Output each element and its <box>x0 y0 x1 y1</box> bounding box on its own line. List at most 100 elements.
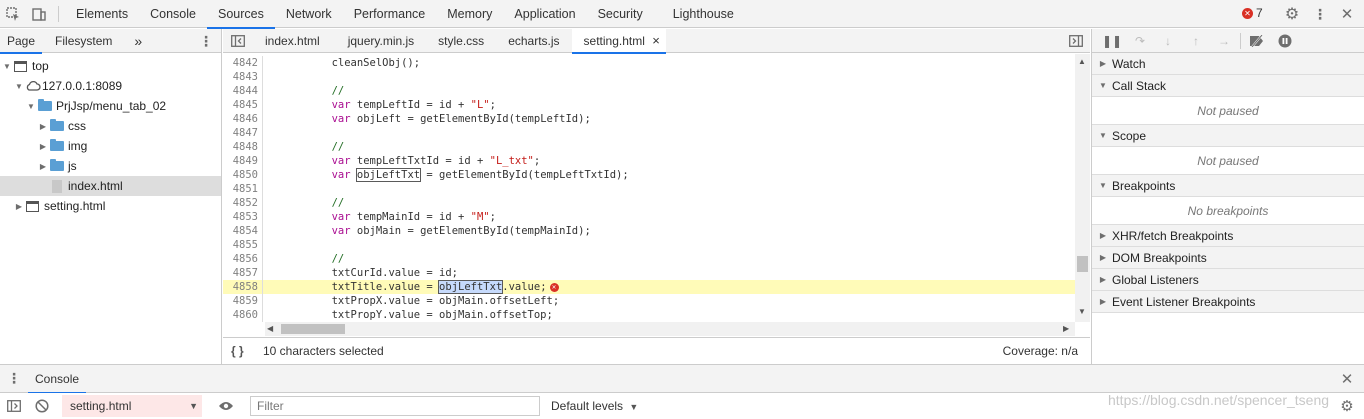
settings-gear-icon[interactable]: ⚙ <box>1282 4 1302 24</box>
code-line[interactable]: 4859 txtPropX.value = objMain.offsetLeft… <box>223 294 1075 308</box>
code-line[interactable]: 4856 // <box>223 252 1075 266</box>
line-number[interactable]: 4855 <box>223 238 263 252</box>
code-line[interactable]: 4852 // <box>223 196 1075 210</box>
expand-triangle-icon[interactable]: ▼ <box>14 82 24 91</box>
pretty-print-icon[interactable]: { } <box>231 344 261 358</box>
tab-network[interactable]: Network <box>275 0 343 28</box>
section-scope[interactable]: ▼ Scope <box>1092 125 1364 147</box>
tab-performance[interactable]: Performance <box>343 0 437 28</box>
log-levels-dropdown[interactable]: Default levels ▼ <box>551 396 638 416</box>
collapse-triangle-icon[interactable]: ▶ <box>14 202 24 211</box>
toggle-navigator-icon[interactable] <box>223 29 253 53</box>
error-marker-icon[interactable]: ✕ <box>549 282 559 292</box>
editor-tab-setting-html[interactable]: setting.html × <box>571 28 667 54</box>
collapse-triangle-icon[interactable]: ▶ <box>38 162 48 171</box>
device-toolbar-icon[interactable] <box>26 0 52 28</box>
code-line[interactable]: 4857 txtCurId.value = id; <box>223 266 1075 280</box>
clear-console-icon[interactable] <box>34 398 50 414</box>
scroll-down-arrow-icon[interactable]: ▼ <box>1078 307 1086 316</box>
code-line[interactable]: 4846 var objLeft = getElementById(tempLe… <box>223 112 1075 126</box>
tab-sources[interactable]: Sources <box>206 0 275 29</box>
line-number[interactable]: 4854 <box>223 224 263 238</box>
line-number[interactable]: 4856 <box>223 252 263 266</box>
line-number[interactable]: 4843 <box>223 70 263 84</box>
code-line[interactable]: 4858 txtTitle.value = objLeftTxt.value; ✕ <box>223 280 1075 294</box>
line-number[interactable]: 4859 <box>223 294 263 308</box>
error-counter[interactable]: ✕ 7 <box>1242 6 1263 20</box>
tab-lighthouse[interactable]: Lighthouse <box>662 0 745 28</box>
code-editor[interactable]: 4842 cleanSelObj(); 4843 4844 //4845 var t… <box>223 54 1075 322</box>
tree-item-setting-frame[interactable]: ▶ setting.html <box>0 196 221 216</box>
pause-icon[interactable]: ❚❚ <box>1098 29 1126 53</box>
line-number[interactable]: 4860 <box>223 308 263 322</box>
horizontal-scrollbar[interactable]: ◀ ▶ <box>265 322 1075 336</box>
code-line[interactable]: 4853 var tempMainId = id + "M"; <box>223 210 1075 224</box>
section-call-stack[interactable]: ▼ Call Stack <box>1092 75 1364 97</box>
collapse-triangle-icon[interactable]: ▶ <box>38 122 48 131</box>
line-number[interactable]: 4842 <box>223 56 263 70</box>
section-dom-breakpoints[interactable]: ▶ DOM Breakpoints <box>1092 247 1364 269</box>
tab-filesystem[interactable]: Filesystem <box>48 29 119 53</box>
console-filter-input[interactable]: Filter <box>250 396 540 416</box>
line-number[interactable]: 4848 <box>223 140 263 154</box>
code-line[interactable]: 4849 var tempLeftTxtId = id + "L_txt"; <box>223 154 1075 168</box>
tree-item-img[interactable]: ▶ img <box>0 136 221 156</box>
line-number[interactable]: 4853 <box>223 210 263 224</box>
drawer-menu-icon[interactable]: ⋮ <box>0 365 28 393</box>
tree-item-css[interactable]: ▶ css <box>0 116 221 136</box>
scroll-thumb[interactable] <box>1077 256 1088 272</box>
tree-item-js[interactable]: ▶ js <box>0 156 221 176</box>
navigator-menu-icon[interactable]: ⋮ <box>198 31 214 51</box>
line-number[interactable]: 4850 <box>223 168 263 182</box>
pause-on-exceptions-icon[interactable] <box>1271 29 1299 53</box>
step-over-icon[interactable]: ↷ <box>1126 29 1154 53</box>
tab-console[interactable]: Console <box>139 0 207 28</box>
tab-security[interactable]: Security <box>587 0 654 28</box>
code-line[interactable]: 4843 <box>223 70 1075 84</box>
scroll-left-arrow-icon[interactable]: ◀ <box>267 324 273 333</box>
tree-item-top[interactable]: ▼ top <box>0 56 221 76</box>
drawer-tab-console[interactable]: Console <box>28 365 87 394</box>
tab-memory[interactable]: Memory <box>436 0 503 28</box>
code-line[interactable]: 4855 <box>223 238 1075 252</box>
code-line[interactable]: 4860 txtPropY.value = objMain.offsetTop; <box>223 308 1075 322</box>
code-line[interactable]: 4844 // <box>223 84 1075 98</box>
section-global-listeners[interactable]: ▶ Global Listeners <box>1092 269 1364 291</box>
context-selector[interactable]: setting.html ▼ <box>62 395 202 417</box>
code-line[interactable]: 4851 <box>223 182 1075 196</box>
section-event-listener-breakpoints[interactable]: ▶ Event Listener Breakpoints <box>1092 291 1364 313</box>
line-number[interactable]: 4844 <box>223 84 263 98</box>
scroll-right-arrow-icon[interactable]: ▶ <box>1063 324 1069 333</box>
console-settings-gear-icon[interactable]: ⚙ <box>1338 396 1356 416</box>
show-sidebar-icon[interactable] <box>6 398 22 414</box>
code-line[interactable]: 4854 var objMain = getElementById(tempMa… <box>223 224 1075 238</box>
close-tab-icon[interactable]: × <box>652 33 660 48</box>
live-expression-eye-icon[interactable] <box>216 398 236 414</box>
more-tabs-icon[interactable]: » <box>127 29 149 53</box>
line-number[interactable]: 4845 <box>223 98 263 112</box>
tree-item-index-html[interactable]: index.html <box>0 176 221 196</box>
inspect-element-icon[interactable] <box>0 0 26 28</box>
more-options-icon[interactable]: ⋮ <box>1312 4 1328 24</box>
line-number[interactable]: 4852 <box>223 196 263 210</box>
scroll-up-arrow-icon[interactable]: ▲ <box>1078 57 1086 66</box>
tab-elements[interactable]: Elements <box>65 0 139 28</box>
expand-triangle-icon[interactable]: ▼ <box>2 62 12 71</box>
section-watch[interactable]: ▶ Watch <box>1092 53 1364 75</box>
vertical-scrollbar[interactable]: ▲ ▼ <box>1075 54 1090 322</box>
code-line[interactable]: 4847 <box>223 126 1075 140</box>
section-breakpoints[interactable]: ▼ Breakpoints <box>1092 175 1364 197</box>
editor-tab-style-css[interactable]: style.css <box>426 29 496 53</box>
tree-item-project-folder[interactable]: ▼ PrjJsp/menu_tab_02 <box>0 96 221 116</box>
line-number[interactable]: 4849 <box>223 154 263 168</box>
line-number[interactable]: 4857 <box>223 266 263 280</box>
code-line[interactable]: 4848 // <box>223 140 1075 154</box>
editor-tab-echarts[interactable]: echarts.js <box>496 29 571 53</box>
scroll-thumb[interactable] <box>281 324 345 334</box>
code-line[interactable]: 4845 var tempLeftId = id + "L"; <box>223 98 1075 112</box>
line-number[interactable]: 4858 <box>223 280 263 294</box>
code-line[interactable]: 4842 cleanSelObj(); <box>223 56 1075 70</box>
editor-tab-jquery[interactable]: jquery.min.js <box>336 29 426 53</box>
expand-triangle-icon[interactable]: ▼ <box>26 102 36 111</box>
line-number[interactable]: 4847 <box>223 126 263 140</box>
